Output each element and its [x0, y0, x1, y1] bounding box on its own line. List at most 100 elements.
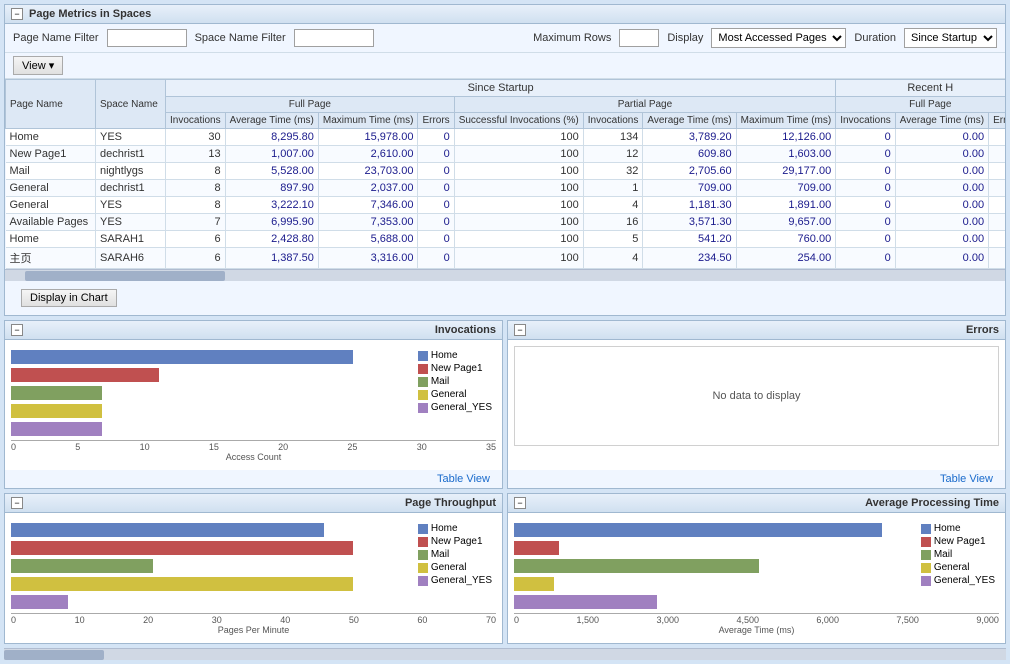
- cell-errors: 0: [418, 129, 454, 146]
- page-name-filter-input[interactable]: [107, 29, 187, 47]
- cell-page-name: General: [6, 197, 96, 214]
- errors-collapse-icon[interactable]: −: [514, 324, 526, 336]
- cell-r-inv: 0: [836, 197, 896, 214]
- main-container: − Page Metrics in Spaces Page Name Filte…: [0, 0, 1010, 664]
- cell-inv: 7: [166, 214, 226, 231]
- table-container[interactable]: Page Name Space Name Since Startup Recen…: [5, 79, 1005, 269]
- legend-label: General_YES: [431, 402, 492, 413]
- cell-inv: 8: [166, 180, 226, 197]
- space-name-filter-input[interactable]: [294, 29, 374, 47]
- legend-label: General: [431, 562, 467, 573]
- display-in-chart-button[interactable]: Display in Chart: [21, 289, 117, 307]
- avg-time-legend: HomeNew Page1MailGeneralGeneral_YES: [917, 519, 999, 590]
- legend-label: General: [431, 389, 467, 400]
- invocations-collapse-icon[interactable]: −: [11, 324, 23, 336]
- bottom-scrollbar[interactable]: [4, 648, 1006, 660]
- bar-row: [11, 422, 410, 436]
- panel-header: − Page Metrics in Spaces: [5, 5, 1005, 24]
- legend-item: General_YES: [418, 575, 492, 586]
- filter-bar: Page Name Filter Space Name Filter Maxim…: [5, 24, 1005, 53]
- panel-title: Page Metrics in Spaces: [29, 8, 151, 20]
- cell-p-inv: 12: [583, 146, 643, 163]
- max-rows-input[interactable]: [619, 29, 659, 47]
- view-button[interactable]: View ▾: [13, 56, 63, 75]
- collapse-icon[interactable]: −: [11, 8, 23, 20]
- cell-errors: 0: [418, 231, 454, 248]
- table-row: 主页 SARAH6 6 1,387.50 3,316.00 0 100 4 23…: [6, 248, 1006, 269]
- table-row: Home SARAH1 6 2,428.80 5,688.00 0 100 5 …: [6, 231, 1006, 248]
- legend-item: Mail: [921, 549, 995, 560]
- throughput-collapse-icon[interactable]: −: [11, 497, 23, 509]
- cell-r-err: 0: [989, 146, 1005, 163]
- cell-inv: 6: [166, 231, 226, 248]
- legend-label: Home: [431, 523, 458, 534]
- top-panel: − Page Metrics in Spaces Page Name Filte…: [4, 4, 1006, 316]
- x-tick: 35: [486, 442, 496, 452]
- bar-fill: [11, 523, 324, 537]
- table-row: Available Pages YES 7 6,995.90 7,353.00 …: [6, 214, 1006, 231]
- cell-p-max: 9,657.00: [736, 214, 836, 231]
- cell-r-err: 0: [989, 248, 1005, 269]
- th-max: Maximum Time (ms): [318, 113, 418, 129]
- cell-inv: 13: [166, 146, 226, 163]
- bar-row: [11, 368, 410, 382]
- th-inv: Invocations: [166, 113, 226, 129]
- th-err: Errors: [418, 113, 454, 129]
- legend-color: [418, 403, 428, 413]
- cell-avg: 8,295.80: [225, 129, 318, 146]
- invocations-bar-area: [11, 346, 410, 440]
- horizontal-scrollbar[interactable]: [5, 269, 1005, 281]
- cell-errors: 0: [418, 180, 454, 197]
- legend-color: [418, 377, 428, 387]
- legend-label: New Page1: [934, 536, 986, 547]
- avg-time-chart-header: − Average Processing Time: [508, 494, 1005, 513]
- cell-avg: 1,387.50: [225, 248, 318, 269]
- cell-p-max: 1,603.00: [736, 146, 836, 163]
- throughput-legend: HomeNew Page1MailGeneralGeneral_YES: [414, 519, 496, 590]
- errors-table-view-link[interactable]: Table View: [934, 470, 999, 488]
- bar-row: [11, 350, 410, 364]
- x-tick: 0: [11, 615, 16, 625]
- x-tick: 20: [143, 615, 153, 625]
- display-label: Display: [667, 32, 703, 44]
- cell-p-inv: 134: [583, 129, 643, 146]
- col-page-name: Page Name: [6, 80, 96, 129]
- throughput-chart-panel: − Page Throughput HomeNew Page1MailGener…: [4, 493, 503, 644]
- legend-item: Mail: [418, 376, 492, 387]
- legend-item: General: [921, 562, 995, 573]
- display-select[interactable]: Most Accessed Pages: [711, 28, 846, 48]
- legend-color: [921, 524, 931, 534]
- x-tick: 0: [11, 442, 16, 452]
- cell-p-avg: 1,181.30: [643, 197, 736, 214]
- cell-r-err: 0: [989, 197, 1005, 214]
- cell-space-name: YES: [96, 129, 166, 146]
- table-row: General dechrist1 8 897.90 2,037.00 0 10…: [6, 180, 1006, 197]
- bar-fill: [514, 577, 554, 591]
- th-r-err: Errors: [989, 113, 1005, 129]
- throughput-x-axis: 010203040506070: [11, 613, 496, 625]
- cell-r-inv: 0: [836, 231, 896, 248]
- invocations-table-view-link[interactable]: Table View: [431, 470, 496, 488]
- bar-row: [514, 523, 913, 537]
- throughput-x-label: Pages Per Minute: [11, 625, 496, 635]
- bar-fill: [11, 541, 353, 555]
- cell-space-name: YES: [96, 214, 166, 231]
- bar-fill: [11, 559, 153, 573]
- table-row: Home YES 30 8,295.80 15,978.00 0 100 134…: [6, 129, 1006, 146]
- duration-select[interactable]: Since Startup: [904, 28, 997, 48]
- cell-r-err: 0: [989, 214, 1005, 231]
- full-page-header2: Full Page: [836, 97, 1005, 113]
- bar-chart: [11, 519, 410, 613]
- x-tick: 30: [212, 615, 222, 625]
- cell-space-name: dechrist1: [96, 180, 166, 197]
- cell-r-err: 0: [989, 129, 1005, 146]
- table-row: New Page1 dechrist1 13 1,007.00 2,610.00…: [6, 146, 1006, 163]
- display-chart-bar: Display in Chart: [5, 281, 1005, 315]
- legend-item: New Page1: [921, 536, 995, 547]
- legend-color: [921, 576, 931, 586]
- bar-fill: [11, 595, 68, 609]
- avg-time-collapse-icon[interactable]: −: [514, 497, 526, 509]
- throughput-chart-title: Page Throughput: [23, 497, 496, 509]
- bar-row: [11, 404, 410, 418]
- x-tick: 0: [514, 615, 519, 625]
